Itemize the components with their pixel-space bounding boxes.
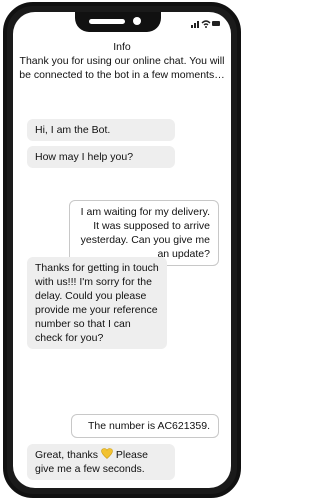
wifi-icon xyxy=(201,20,211,28)
message-text: Thanks for getting in touch with us!!! I… xyxy=(35,262,159,344)
chat-message-bot: Thanks for getting in touch with us!!! I… xyxy=(27,257,167,349)
info-title: Info xyxy=(113,41,131,53)
chat-message-user: The number is AC621359. xyxy=(71,414,219,438)
message-text: I am waiting for my delivery. It was sup… xyxy=(80,206,210,260)
front-camera xyxy=(133,17,141,25)
status-icons xyxy=(191,20,220,28)
chat-message-bot: Great, thanks Please give me a few secon… xyxy=(27,444,175,480)
chat-message-bot: How may I help you? xyxy=(27,146,175,168)
phone-frame: Info Thank you for using our online chat… xyxy=(3,2,241,498)
phone-notch xyxy=(75,12,161,32)
speaker-grille xyxy=(89,19,125,24)
battery-icon xyxy=(212,21,220,26)
info-text: Thank you for using our online chat. You… xyxy=(19,55,225,81)
chat-message-bot: Hi, I am the Bot. xyxy=(27,119,175,141)
message-text: Hi, I am the Bot. xyxy=(35,124,111,136)
message-text: How may I help you? xyxy=(35,151,134,163)
signal-icon xyxy=(191,21,199,28)
heart-icon xyxy=(101,448,113,459)
chat-screen: Info Thank you for using our online chat… xyxy=(13,12,231,488)
chat-info-banner: Info Thank you for using our online chat… xyxy=(19,40,225,82)
message-text-before: Great, thanks xyxy=(35,449,99,461)
message-text: The number is AC621359. xyxy=(88,420,210,432)
